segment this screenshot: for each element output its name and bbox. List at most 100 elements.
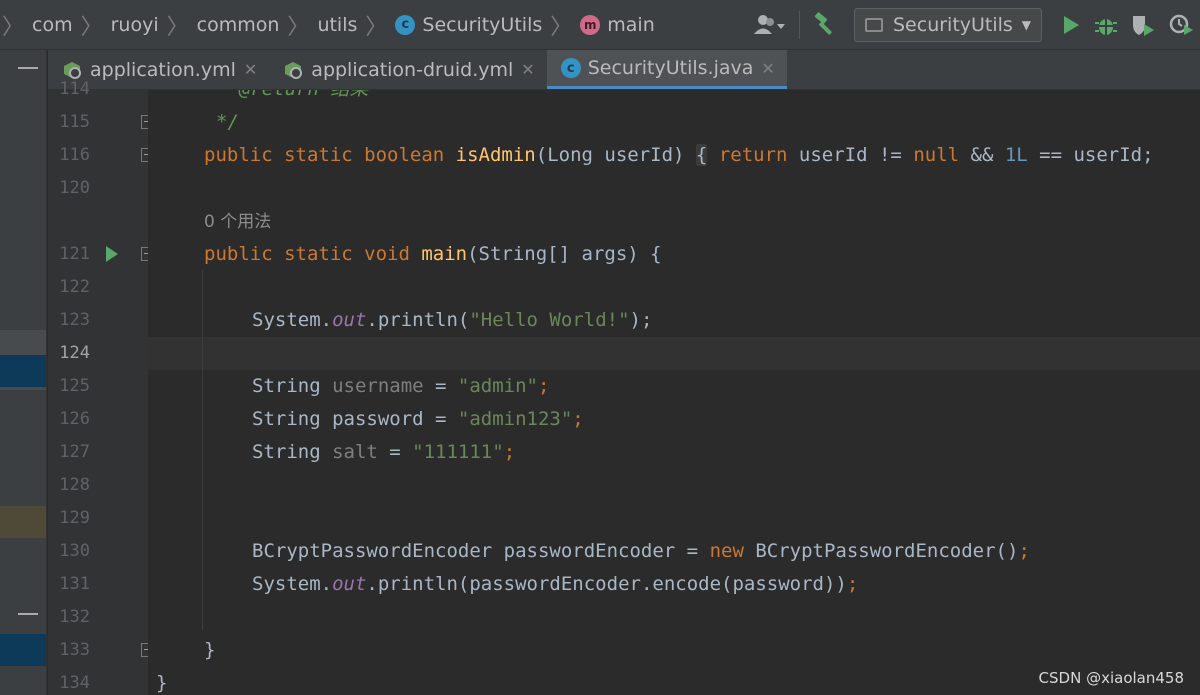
breadcrumb-ruoyi[interactable]: ruoyi	[105, 14, 165, 36]
toolbar: SecurityUtils ▼	[747, 0, 1200, 50]
code-line-123: System.out.println("Hello World!");	[148, 304, 1200, 337]
keyword: new	[709, 540, 744, 562]
code-text: System.	[252, 573, 333, 595]
coverage-button[interactable]	[1124, 8, 1162, 42]
run-configuration-select[interactable]: SecurityUtils ▼	[854, 8, 1042, 42]
breadcrumb-separator: 〉	[365, 14, 388, 40]
string-literal: "admin"	[457, 375, 538, 397]
run-configuration-label: SecurityUtils	[893, 14, 1013, 36]
breadcrumb-main[interactable]: m main	[574, 14, 660, 36]
minimize-icon[interactable]	[18, 67, 38, 69]
semicolon: ;	[572, 408, 584, 430]
line-number-current: 124	[59, 343, 90, 363]
code-text: (Long userId)	[535, 144, 685, 166]
tab-securityutils-java[interactable]: c SecurityUtils.java ✕	[546, 50, 787, 89]
code-text: BCryptPasswordEncoder()	[743, 540, 1019, 562]
line-number: 122	[59, 277, 90, 297]
code-line-115: */	[148, 106, 1200, 139]
run-button[interactable]	[1054, 8, 1088, 42]
line-number: 134	[59, 673, 90, 693]
code-text: =	[377, 441, 413, 463]
breadcrumb-utils[interactable]: utils	[311, 14, 363, 36]
keyword: public static boolean	[204, 144, 456, 166]
code-text: (String[] args) {	[467, 243, 662, 265]
breadcrumb-separator: 〉	[166, 14, 189, 40]
breadcrumb-label: main	[607, 13, 655, 36]
user-icon	[754, 15, 785, 34]
line-number: 116	[59, 145, 90, 165]
code-text: &&	[959, 144, 1005, 166]
breadcrumb: 〉 com 〉 ruoyi 〉 common 〉 utils 〉 c Secur…	[0, 0, 661, 49]
keyword: return	[718, 144, 788, 166]
run-gutter-icon[interactable]	[104, 245, 120, 263]
code-line-130: BCryptPasswordEncoder passwordEncoder = …	[148, 535, 1200, 568]
code-line-114: * @return 结果	[148, 90, 1200, 106]
clock-run-icon	[1169, 14, 1193, 35]
close-icon[interactable]: ✕	[244, 60, 257, 79]
chevron-down-icon: ▼	[1021, 18, 1031, 32]
breadcrumb-separator: 〉	[287, 14, 310, 40]
watermark: CSDN @xiaolan458	[1038, 669, 1184, 687]
code-line-127: String salt = "111111";	[148, 436, 1200, 469]
toolbar-divider	[799, 11, 800, 39]
class-c-icon: c	[560, 58, 581, 78]
breadcrumb-separator: 〉	[80, 14, 103, 40]
breadcrumb-separator: 〉	[550, 14, 573, 40]
close-icon[interactable]: ✕	[521, 60, 534, 79]
highlight-item	[0, 506, 46, 538]
code-text: =	[423, 375, 458, 397]
shield-run-icon	[1133, 16, 1154, 36]
minimize-icon[interactable]	[18, 613, 38, 615]
line-number: 130	[59, 541, 90, 561]
configuration-icon	[865, 18, 883, 32]
run-triangle-icon	[1064, 16, 1079, 34]
line-number: 120	[59, 178, 90, 198]
line-number: 121	[59, 244, 90, 264]
unused-variable: username	[332, 375, 424, 397]
line-number: 131	[59, 574, 90, 594]
string-literal: "111111"	[412, 441, 504, 463]
code-line-125: String username = "admin";	[148, 370, 1200, 403]
project-tool-strip	[0, 50, 47, 695]
static-field: out	[332, 309, 367, 331]
breadcrumb-common[interactable]: common	[191, 14, 286, 36]
tab-label: application-druid.yml	[311, 58, 514, 81]
breadcrumb-com[interactable]: com	[26, 14, 79, 36]
code-text: .println(passwordEncoder.encode(password…	[366, 573, 847, 595]
method-m-icon: m	[580, 14, 601, 35]
code-line-116: public static boolean isAdmin(Long userI…	[148, 139, 1200, 172]
line-number: 114	[59, 79, 90, 99]
breadcrumb-securityutils[interactable]: c SecurityUtils	[389, 14, 548, 36]
code-text: .println(	[366, 309, 470, 331]
code-text: == userId;	[1027, 144, 1154, 166]
close-icon[interactable]: ✕	[761, 59, 774, 78]
user-account-button[interactable]	[747, 8, 793, 42]
profile-button[interactable]	[1162, 8, 1200, 42]
tab-application-druid-yml[interactable]: application-druid.yml ✕	[269, 50, 546, 89]
tab-label: SecurityUtils.java	[587, 57, 754, 79]
code-editor[interactable]: * @return 结果 */ public static boolean is…	[148, 90, 1200, 695]
code-text: );	[629, 309, 653, 331]
debug-button[interactable]	[1088, 8, 1124, 42]
folded-brace[interactable]: {	[695, 144, 708, 166]
code-text: String	[252, 375, 333, 397]
navigation-bar: 〉 com 〉 ruoyi 〉 common 〉 utils 〉 c Secur…	[0, 0, 1200, 50]
line-number: 115	[59, 112, 90, 132]
line-number: 123	[59, 310, 90, 330]
code-text: String	[252, 441, 333, 463]
code-text: String password =	[252, 408, 458, 430]
code-line-121: public static void main(String[] args) {	[148, 238, 1200, 271]
string-literal: "admin123"	[457, 408, 573, 430]
code-line-133: }	[148, 634, 1200, 667]
comment-text: * @return 结果	[216, 90, 368, 100]
hammer-icon	[814, 12, 832, 35]
usage-hint-line: 0 个用法	[148, 205, 1200, 238]
usage-hint[interactable]: 0 个用法	[204, 212, 271, 232]
class-c-icon: c	[395, 14, 416, 35]
closing-brace: }	[204, 639, 216, 661]
indent-guide	[202, 270, 203, 630]
build-button[interactable]	[806, 8, 844, 42]
code-text: BCryptPasswordEncoder passwordEncoder =	[252, 540, 710, 562]
selected-item-highlight	[0, 355, 46, 387]
line-number: 132	[59, 607, 90, 627]
